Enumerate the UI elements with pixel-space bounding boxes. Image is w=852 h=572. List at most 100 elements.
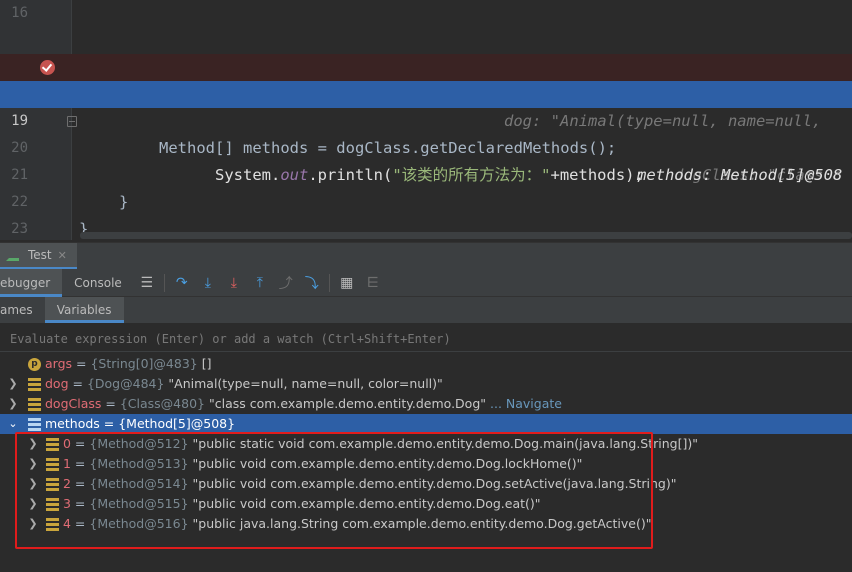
- item-value: "public void com.example.demo.entity.dem…: [192, 476, 677, 491]
- variable-value: "Animal(type=null, name=null, color=null…: [168, 376, 443, 391]
- item-value: "public void com.example.demo.entity.dem…: [192, 456, 583, 471]
- code-line[interactable]: 21: [0, 135, 852, 183]
- variable-type: {Method[5]@508}: [118, 416, 236, 431]
- item-type: {Method@515}: [89, 496, 189, 511]
- variable-name: dog: [45, 376, 69, 391]
- item-type: {Method@513}: [89, 456, 189, 471]
- code-line[interactable]: 17 Class dogClass = dog.getClass(); dog:…: [0, 27, 852, 130]
- variable-row-args[interactable]: p args = {String[0]@483} []: [0, 354, 852, 374]
- variable-name: args: [45, 356, 73, 371]
- item-value: "public java.lang.String com.example.dem…: [192, 516, 652, 531]
- variables-tree: p args = {String[0]@483} [] ❯ dog = {Dog…: [0, 353, 852, 572]
- tab-frames[interactable]: ames: [0, 297, 45, 323]
- code-line[interactable]: 20 }: [0, 108, 852, 211]
- item-value: "public void com.example.demo.entity.dem…: [192, 496, 541, 511]
- variable-value: []: [201, 356, 212, 371]
- breakpoint-icon[interactable]: [40, 60, 55, 75]
- navigate-link[interactable]: ... Navigate: [490, 396, 562, 411]
- equals-sign: =: [70, 436, 90, 451]
- equals-sign: =: [99, 416, 119, 431]
- method-item[interactable]: ❯ 4 = {Method@516} "public java.lang.Str…: [0, 514, 852, 534]
- toolbar-separator: [328, 273, 330, 292]
- equals-sign: =: [70, 476, 90, 491]
- equals-sign: =: [70, 496, 90, 511]
- tab-console[interactable]: Console: [62, 269, 134, 297]
- evaluate-expression-input[interactable]: [0, 325, 852, 352]
- variable-type: {Dog@484}: [86, 376, 165, 391]
- variable-name: dogClass: [45, 396, 102, 411]
- array-index: 3: [63, 496, 71, 511]
- array-index: 2: [63, 476, 71, 491]
- array-index: 1: [63, 456, 71, 471]
- chevron-down-icon[interactable]: ⌄: [8, 414, 18, 434]
- evaluate-bar: [0, 325, 852, 352]
- menu-icon[interactable]: ☰: [134, 269, 160, 297]
- chevron-right-icon[interactable]: ❯: [28, 494, 38, 514]
- field-icon: [46, 518, 59, 531]
- equals-sign: =: [70, 516, 90, 531]
- tab-variables[interactable]: Variables: [44, 297, 124, 323]
- method-item[interactable]: ❯ 3 = {Method@515} "public void com.exam…: [0, 494, 852, 514]
- code-editor[interactable]: 16 17 Class dogClass = dog.getClass(); d…: [0, 0, 852, 240]
- chevron-right-icon[interactable]: ❯: [8, 394, 18, 414]
- tab-label: Test: [28, 248, 52, 262]
- debugger-toolbar: ebugger Console ☰ ↷ ⤓ ⤓ ⤒ ⤴ ⤵ ▦ ⋿: [0, 268, 852, 297]
- line-number: 23: [11, 221, 28, 237]
- variable-type: {String[0]@483}: [90, 356, 198, 371]
- step-into-icon[interactable]: ⤓: [195, 269, 221, 297]
- chevron-right-icon[interactable]: ❯: [8, 374, 18, 394]
- code-line[interactable]: 23: [0, 189, 852, 237]
- variable-name: methods: [45, 416, 100, 431]
- item-type: {Method@512}: [89, 436, 189, 451]
- parameter-icon: p: [28, 358, 41, 371]
- code-line-breakpoint[interactable]: 18 Method[] methods = dogClass.getDeclar…: [0, 54, 852, 184]
- run-config-icon: [6, 249, 22, 261]
- field-icon: [28, 378, 41, 391]
- code-line[interactable]: 16: [0, 0, 852, 27]
- step-over-icon[interactable]: ↷: [169, 269, 195, 297]
- item-type: {Method@514}: [89, 476, 189, 491]
- chevron-right-icon[interactable]: ❯: [28, 454, 38, 474]
- item-value: "public static void com.example.demo.ent…: [192, 436, 698, 451]
- debug-tool-window-header: Test ✕: [0, 242, 852, 270]
- code-line-current[interactable]: 19 System.out.println("该类的所有方法为："+method…: [0, 81, 852, 184]
- variable-value: "class com.example.demo.entity.demo.Dog": [208, 396, 487, 411]
- close-icon[interactable]: ✕: [58, 249, 67, 262]
- line-number: 16: [11, 5, 28, 21]
- code-line[interactable]: 22 }: [0, 162, 852, 238]
- chevron-right-icon[interactable]: ❯: [28, 434, 38, 454]
- method-item[interactable]: ❯ 0 = {Method@512} "public static void c…: [0, 434, 852, 454]
- field-icon: [46, 498, 59, 511]
- array-index: 0: [63, 436, 71, 451]
- chevron-right-icon[interactable]: ❯: [28, 514, 38, 534]
- array-icon: [28, 418, 41, 431]
- step-out-icon[interactable]: ⤒: [247, 269, 273, 297]
- equals-sign: =: [70, 456, 90, 471]
- variable-type: {Class@480}: [119, 396, 205, 411]
- method-item[interactable]: ❯ 2 = {Method@514} "public void com.exam…: [0, 474, 852, 494]
- item-type: {Method@516}: [89, 516, 189, 531]
- method-item[interactable]: ❯ 1 = {Method@513} "public void com.exam…: [0, 454, 852, 474]
- trace-icon[interactable]: ⋿: [360, 269, 386, 297]
- tab-debugger[interactable]: ebugger: [0, 268, 63, 297]
- equals-sign: =: [72, 356, 91, 371]
- array-index: 4: [63, 516, 71, 531]
- run-to-cursor-icon[interactable]: ⤵: [299, 269, 325, 297]
- field-icon: [28, 398, 41, 411]
- debugger-subtabs: ames Variables: [0, 297, 852, 323]
- editor-horizontal-scrollbar[interactable]: [80, 232, 852, 239]
- evaluate-icon[interactable]: ▦: [334, 269, 360, 297]
- variable-row-dog[interactable]: ❯ dog = {Dog@484} "Animal(type=null, nam…: [0, 374, 852, 394]
- variable-row-methods[interactable]: ⌄ methods = {Method[5]@508}: [0, 414, 852, 434]
- variable-row-dogclass[interactable]: ❯ dogClass = {Class@480} "class com.exam…: [0, 394, 852, 414]
- field-icon: [46, 478, 59, 491]
- tab-test[interactable]: Test ✕: [0, 243, 77, 270]
- equals-sign: =: [68, 376, 87, 391]
- fold-icon[interactable]: [67, 116, 77, 127]
- drop-frame-icon[interactable]: ⤴: [273, 269, 299, 297]
- equals-sign: =: [101, 396, 120, 411]
- toolbar-separator: [163, 273, 165, 292]
- force-step-into-icon[interactable]: ⤓: [221, 269, 247, 297]
- field-icon: [46, 458, 59, 471]
- chevron-right-icon[interactable]: ❯: [28, 474, 38, 494]
